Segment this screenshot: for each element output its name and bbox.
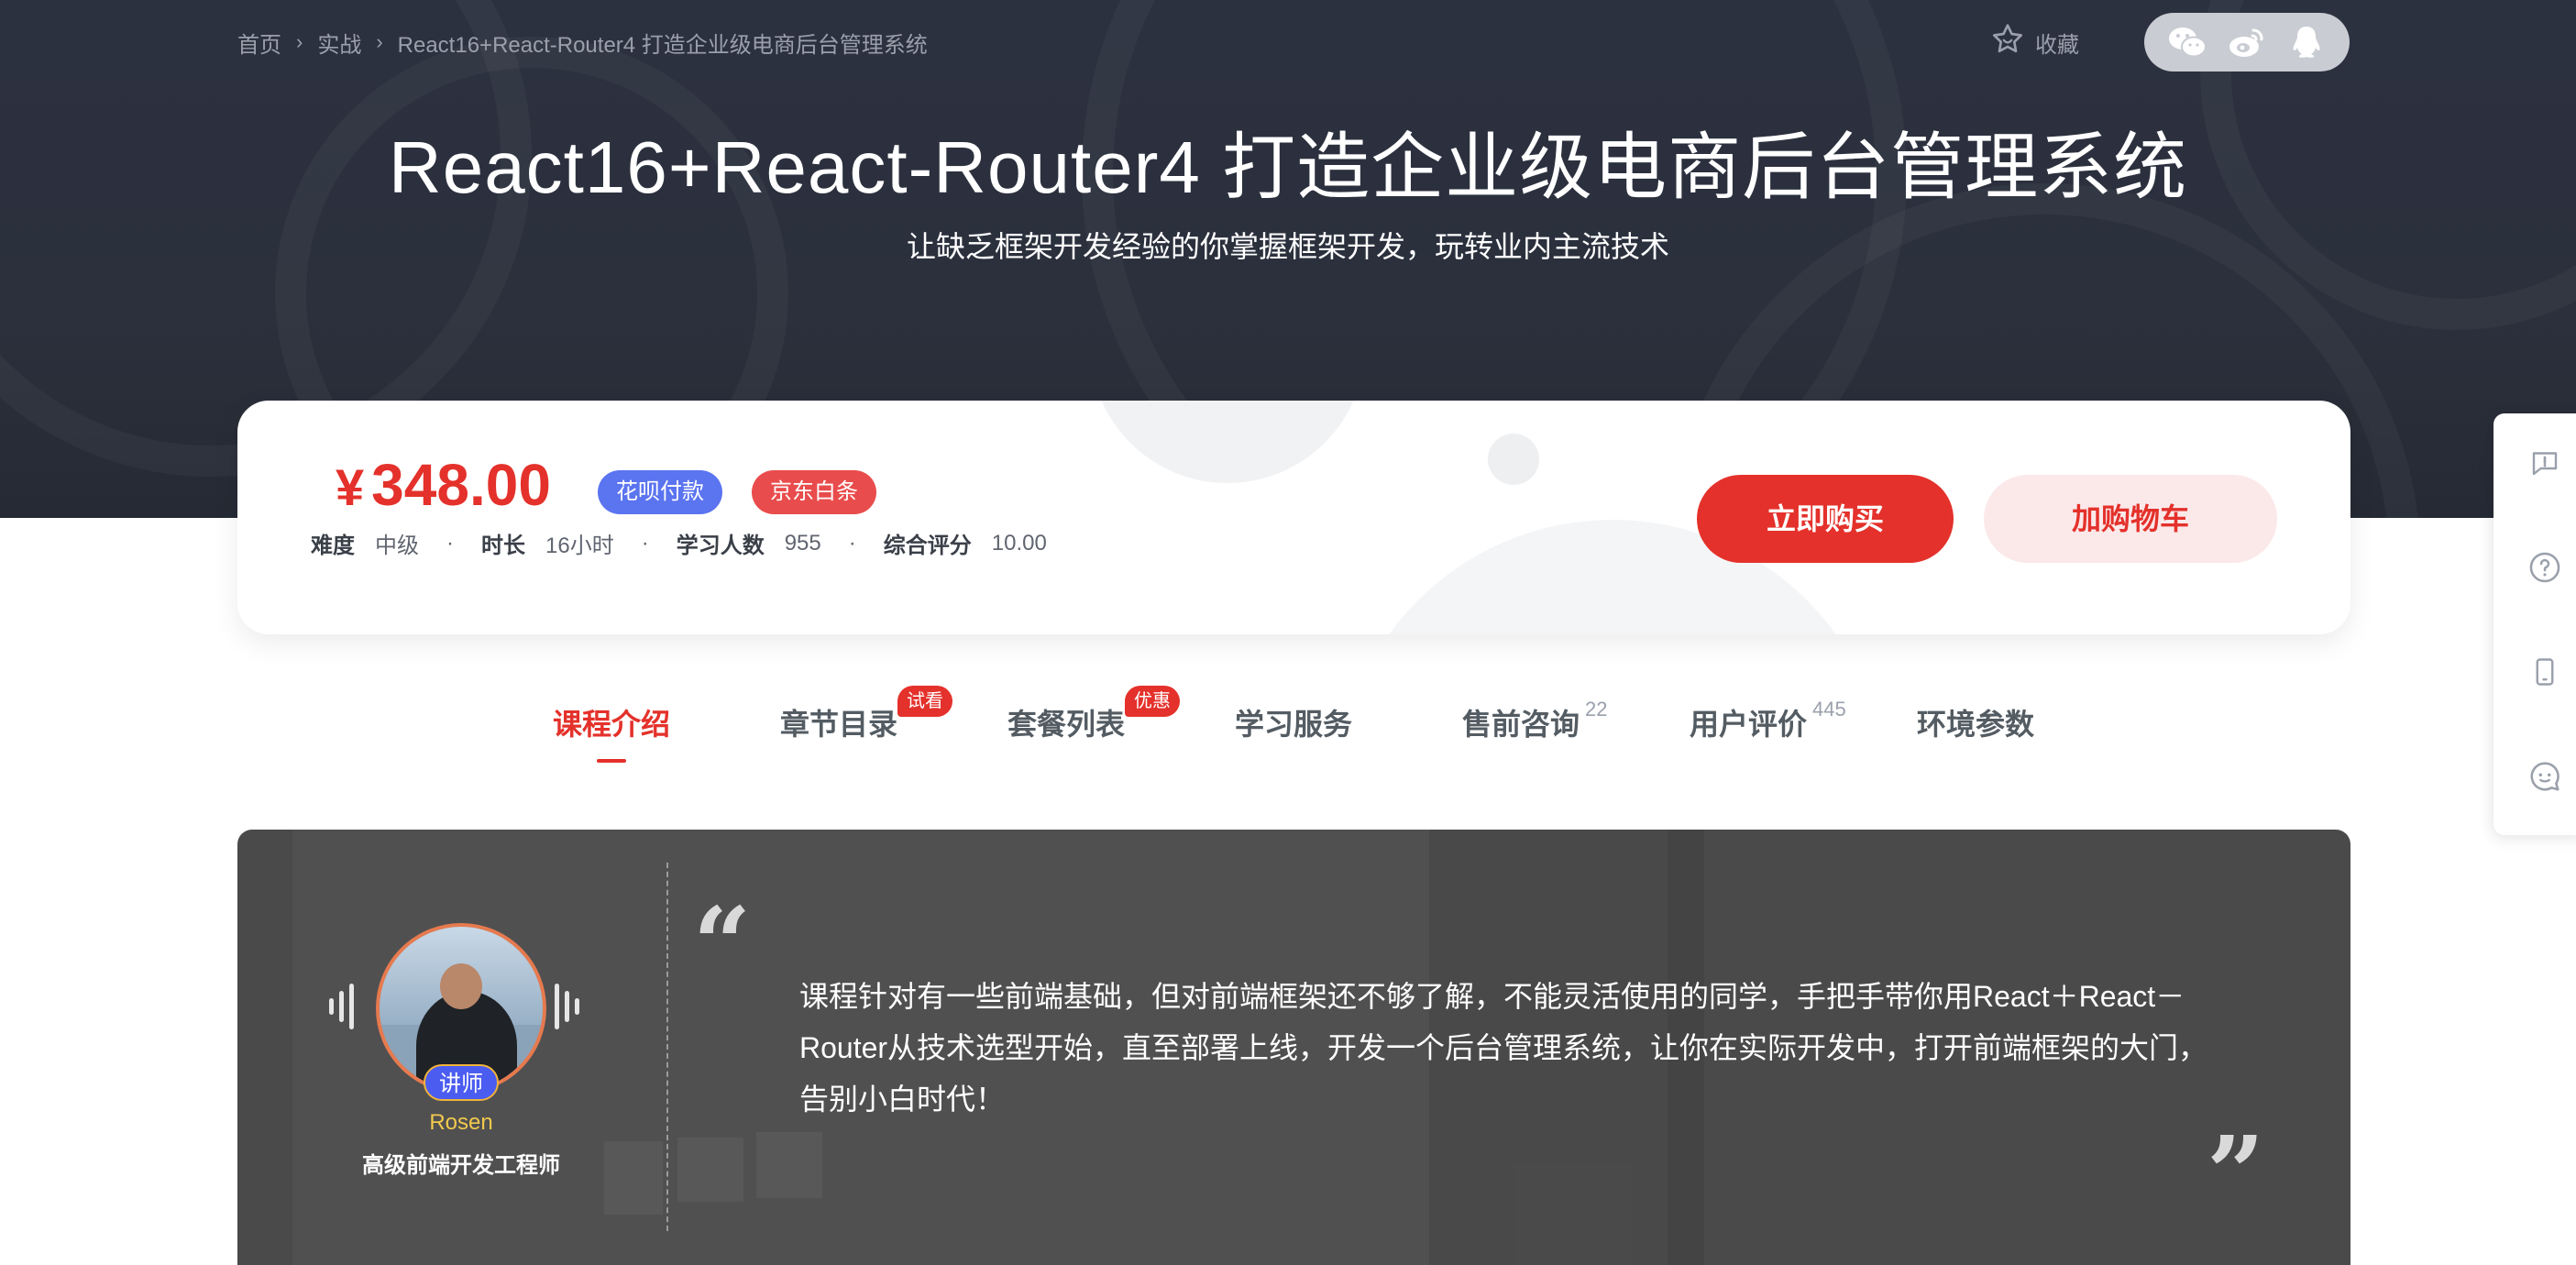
jd-badge: 京东白条 — [752, 470, 876, 514]
mobile-icon[interactable] — [2526, 654, 2563, 690]
meta-value-duration: 16小时 — [545, 534, 614, 558]
lecturer-name: Rosen — [429, 1110, 493, 1135]
tab-user-reviews[interactable]: 用户评价 445 — [1690, 697, 1846, 752]
lecturer-tag: 讲师 — [424, 1064, 499, 1101]
add-to-cart-button[interactable]: 加购物车 — [1984, 475, 2277, 563]
tab-label: 章节目录 — [780, 708, 898, 741]
meta-separator: · — [848, 530, 856, 556]
huabei-badge: 花呗付款 — [598, 470, 722, 514]
course-tabs: 课程介绍 章节目录 试看 套餐列表 优惠 学习服务 售前咨询 22 用户评价 4… — [0, 686, 2576, 770]
tab-label: 用户评价 — [1690, 708, 1808, 741]
course-meta: 难度 中级 · 时长 16小时 · 学习人数 955 · 综合评分 10.00 — [311, 527, 1047, 559]
breadcrumb-category[interactable]: 实战 — [317, 27, 361, 59]
course-subtitle: 让缺乏框架开发经验的你掌握框架开发，玩转业内主流技术 — [906, 230, 1669, 263]
breadcrumb-home[interactable]: 首页 — [237, 27, 281, 59]
background-screenshot — [756, 1132, 822, 1198]
active-tab-indicator — [597, 759, 626, 763]
qq-icon[interactable] — [2286, 22, 2327, 62]
wechat-icon[interactable] — [2167, 22, 2207, 62]
tab-label: 套餐列表 — [1007, 708, 1126, 741]
card-decor — [1488, 434, 1539, 485]
price-card: ¥348.00 花呗付款 京东白条 难度 中级 · 时长 16小时 · 学习人数… — [237, 401, 2350, 634]
voice-wave-right — [555, 984, 579, 1029]
meta-value-learners: 955 — [784, 530, 821, 556]
close-quote-icon: ” — [2207, 1114, 2265, 1232]
feedback-icon[interactable] — [2526, 445, 2563, 481]
tab-label: 学习服务 — [1235, 708, 1353, 741]
tab-learning-services[interactable]: 学习服务 — [1235, 697, 1352, 752]
meta-separator: · — [446, 530, 454, 556]
trial-tag: 试看 — [897, 686, 952, 717]
course-title: React16+React-Router4 打造企业级电商后台管理系统 — [388, 126, 2188, 208]
divider — [666, 863, 668, 1231]
weibo-icon[interactable] — [2227, 22, 2267, 62]
tab-chapters[interactable]: 章节目录 试看 — [780, 686, 952, 752]
share-bar — [2144, 13, 2350, 72]
tab-course-intro[interactable]: 课程介绍 — [553, 697, 671, 763]
voice-wave-left — [329, 984, 354, 1029]
meta-key-duration: 时长 — [481, 534, 525, 558]
meta-value-difficulty: 中级 — [375, 534, 419, 558]
tab-presale-consult[interactable]: 售前咨询 22 — [1462, 697, 1607, 752]
floating-sidebar — [2493, 413, 2576, 835]
tab-label: 环境参数 — [1917, 708, 2035, 741]
lecturer-title: 高级前端开发工程师 — [362, 1153, 560, 1178]
tab-environment[interactable]: 环境参数 — [1917, 697, 2034, 752]
review-count: 445 — [1812, 698, 1846, 720]
breadcrumb-separator: › — [376, 30, 383, 53]
course-description: 课程针对有一些前端基础，但对前端框架还不够了解，不能灵活使用的同学，手把手带你用… — [799, 980, 2208, 1116]
card-decor — [1090, 401, 1365, 483]
price: ¥348.00 — [336, 452, 551, 521]
currency-symbol: ¥ — [336, 458, 365, 516]
price-value: 348.00 — [371, 452, 551, 518]
discount-tag: 优惠 — [1125, 686, 1180, 717]
chat-icon[interactable] — [2526, 758, 2563, 795]
star-icon — [1989, 21, 2026, 64]
tab-label: 售前咨询 — [1462, 708, 1580, 741]
meta-key-rating: 综合评分 — [883, 534, 972, 558]
collect-button[interactable]: 收藏 — [1989, 22, 2079, 62]
breadcrumb-separator: › — [296, 30, 303, 53]
meta-key-difficulty: 难度 — [311, 534, 355, 558]
course-intro-panel: 讲师 Rosen 高级前端开发工程师 “ 课程针对有一些前端基础，但对前端框架还… — [237, 830, 2350, 1265]
meta-separator: · — [641, 530, 649, 556]
buy-now-button[interactable]: 立即购买 — [1697, 475, 1954, 563]
help-icon[interactable] — [2526, 549, 2563, 586]
breadcrumb: 首页 › 实战 › React16+React-Router4 打造企业级电商后… — [237, 27, 928, 59]
consult-count: 22 — [1585, 698, 1608, 720]
background-screenshot — [677, 1138, 743, 1202]
meta-value-rating: 10.00 — [991, 530, 1047, 556]
meta-key-learners: 学习人数 — [676, 534, 765, 558]
background-screenshot — [604, 1141, 663, 1215]
tab-label: 课程介绍 — [553, 708, 671, 741]
breadcrumb-current: React16+React-Router4 打造企业级电商后台管理系统 — [397, 32, 928, 58]
tab-packages[interactable]: 套餐列表 优惠 — [1007, 686, 1180, 752]
open-quote-icon: “ — [693, 885, 752, 1003]
collect-label: 收藏 — [2035, 32, 2079, 58]
